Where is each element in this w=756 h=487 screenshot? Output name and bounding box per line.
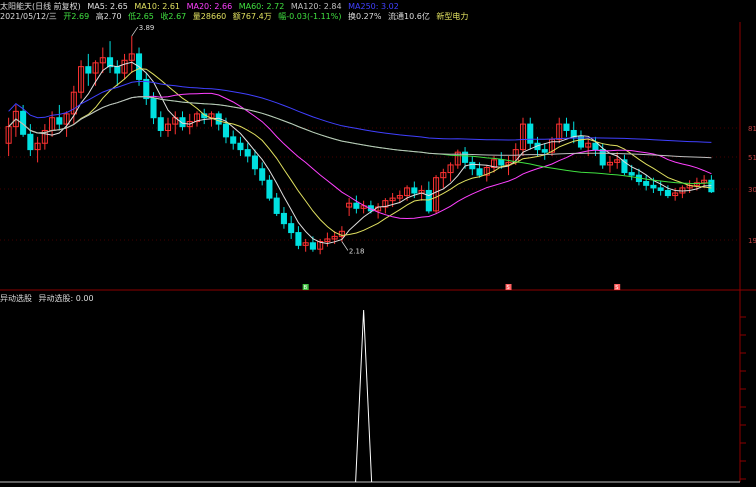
candle-body [85,66,92,74]
candle-body [425,189,432,212]
y-tick-label: 30 [748,186,756,194]
ma20-line [8,92,712,220]
candle-body [527,123,534,144]
annotation-leader [131,26,139,37]
candle-body [273,197,280,214]
candle-body [143,78,150,100]
ma60-line [8,96,712,185]
candle-body [114,66,121,74]
ma120-line [8,96,712,159]
candle-body [259,168,266,181]
candle-body [599,149,606,166]
candle-body [628,172,635,176]
candle-body [230,136,237,144]
indicator-header: 异动选股 异动选股: 0.00 [0,293,98,304]
candle-body [498,159,505,166]
signal-marker-label: B [304,285,308,291]
candle-body [295,232,302,246]
candle-body [657,187,664,191]
candle-body [462,151,469,163]
candle-body [643,181,650,186]
candle-body [563,123,570,131]
annotation-label: 2.18 [349,248,365,256]
annotation-label: 3.89 [139,24,155,32]
candle-body [280,212,287,225]
candle-body [222,123,230,138]
candle-body [288,223,295,234]
candle-body [27,133,34,151]
candle-body [266,179,273,199]
ma10-line [8,68,712,237]
candle-body [244,149,251,157]
y-tick-label: 19 [748,237,756,245]
candle-body [353,202,360,209]
candle-body [476,168,483,176]
annotation-leader [341,241,349,251]
y-tick-label: 51 [748,154,756,162]
signal-marker-label: S [615,285,618,291]
candle-body [469,161,476,170]
indicator-value: 异动选股: 0.00 [38,294,94,303]
price-chart[interactable]: 815130193.892.18BSSB [0,0,756,487]
indicator-spike [355,309,373,483]
indicator-title: 异动选股 [0,294,32,303]
candle-body [56,117,63,125]
candle-body [150,98,157,119]
signal-marker-label: S [507,285,510,291]
candle-body [237,142,244,151]
y-tick-label: 81 [748,125,756,133]
candle-body [251,155,258,170]
candle-body [309,242,316,250]
candle-body [592,142,599,151]
ma250-line [8,80,712,143]
candle-body [411,187,418,194]
candle-body [541,149,548,153]
candle-body [650,184,657,189]
candle-body [664,189,671,197]
candle-body [157,117,164,131]
